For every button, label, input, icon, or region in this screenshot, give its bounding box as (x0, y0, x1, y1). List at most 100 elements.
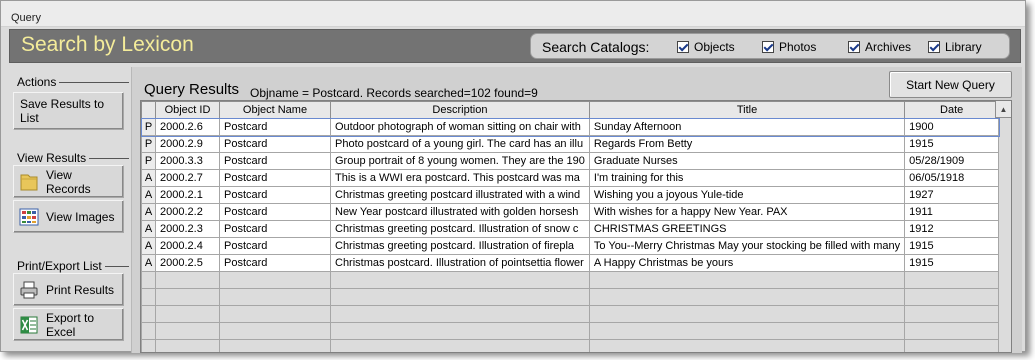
column-header-object-name[interactable]: Object Name (219, 101, 331, 119)
table-row[interactable]: A 2000.2.4 Postcard Christmas greeting post… (141, 237, 1000, 255)
cell-object-id: 2000.2.9 (155, 135, 220, 153)
row-selector[interactable]: A (141, 220, 156, 238)
table-row[interactable]: A 2000.2.3 Postcard Christmas greeting post… (141, 220, 1000, 238)
table-header-row: Object ID Object Name Description Title … (141, 101, 1000, 119)
library-label: Library (945, 40, 982, 54)
window-title: Query (11, 12, 41, 24)
empty-row (141, 271, 1000, 289)
actions-group-label: Actions (17, 75, 129, 89)
view-results-label: View Results (17, 151, 87, 165)
cell-title: A Happy Christmas be yours (588, 254, 906, 272)
checkbox-checked-icon (677, 41, 689, 53)
empty-cell (155, 288, 220, 306)
cell-description: Group portrait of 8 young women. They ar… (330, 152, 590, 170)
print-export-group-label: Print/Export List (17, 259, 129, 273)
cell-description: Christmas greeting postcard. Illustratio… (330, 237, 590, 255)
checkbox-checked-icon (928, 41, 940, 53)
checkbox-checked-icon (762, 41, 774, 53)
cell-title: To You--Merry Christmas May your stockin… (588, 237, 906, 255)
results-grid[interactable]: Object ID Object Name Description Title … (140, 100, 1012, 353)
empty-cell (141, 322, 156, 340)
empty-cell (219, 288, 331, 306)
objects-label: Objects (694, 40, 735, 54)
row-selector[interactable]: P (141, 118, 156, 136)
header-bar: Search by Lexicon Search Catalogs: Objec… (9, 29, 1021, 63)
query-window: Query Search by Lexicon Search Catalogs:… (0, 0, 1026, 353)
cell-title: CHRISTMAS GREETINGS (588, 220, 906, 238)
empty-row (141, 305, 1000, 323)
print-export-label: Print/Export List (17, 259, 102, 273)
empty-cell (904, 271, 1000, 289)
table-row[interactable]: A 2000.2.7 Postcard This is a WWI era postc… (141, 169, 1000, 187)
view-images-label: View Images (46, 209, 115, 224)
table-row[interactable]: A 2000.2.2 Postcard New Year postcard illus… (141, 203, 1000, 221)
divider (104, 265, 129, 267)
row-selector[interactable]: P (141, 152, 156, 170)
start-new-query-button[interactable]: Start New Query (889, 71, 1012, 98)
cell-title: I'm training for this (588, 169, 906, 187)
empty-cell (904, 288, 1000, 306)
printer-icon (20, 281, 38, 298)
column-header-title[interactable]: Title (588, 101, 906, 119)
photos-checkbox[interactable]: Photos (762, 40, 816, 54)
column-header-object-id[interactable]: Object ID (155, 101, 220, 119)
empty-cell (219, 322, 331, 340)
objects-checkbox[interactable]: Objects (677, 40, 735, 54)
archives-checkbox[interactable]: Archives (848, 40, 911, 54)
cell-object-id: 2000.2.2 (155, 203, 220, 221)
empty-cell (155, 339, 220, 352)
empty-cell (904, 305, 1000, 323)
cell-object-name: Postcard (219, 220, 331, 238)
print-results-button[interactable]: Print Results (13, 273, 124, 306)
cell-object-name: Postcard (219, 254, 331, 272)
divider (59, 81, 129, 83)
empty-cell (588, 339, 906, 352)
empty-cell (588, 288, 906, 306)
row-selector[interactable]: A (141, 254, 156, 272)
cell-object-name: Postcard (219, 135, 331, 153)
cell-object-id: 2000.2.3 (155, 220, 220, 238)
cell-title: Regards From Betty (588, 135, 906, 153)
table-row[interactable]: A 2000.2.1 Postcard Christmas greeting post… (141, 186, 1000, 204)
table-row[interactable]: P 2000.3.3 Postcard Group portrait of 8 you… (141, 152, 1000, 170)
table-row[interactable]: A 2000.2.5 Postcard Christmas postcard. Ill… (141, 254, 1000, 272)
empty-cell (588, 322, 906, 340)
save-results-button[interactable]: Save Results to List (13, 92, 124, 130)
row-selector[interactable]: A (141, 186, 156, 204)
cell-title: Wishing you a joyous Yule-tide (588, 186, 906, 204)
save-results-label: Save Results to List (20, 97, 105, 125)
column-header-date[interactable]: Date (904, 101, 1000, 119)
row-selector[interactable]: A (141, 203, 156, 221)
library-checkbox[interactable]: Library (928, 40, 982, 54)
results-panel: Query Results Objname = Postcard. Record… (131, 67, 1022, 353)
cell-description: Photo postcard of a young girl. The card… (330, 135, 590, 153)
empty-row (141, 339, 1000, 352)
row-selector[interactable]: A (141, 237, 156, 255)
cell-date: 05/28/1909 (904, 152, 1000, 170)
cell-date: 1912 (904, 220, 1000, 238)
scroll-up-arrow-icon[interactable]: ▲ (995, 101, 1011, 118)
view-records-button[interactable]: View Records (13, 165, 124, 198)
app-title: Search by Lexicon (21, 33, 194, 56)
cell-description: Christmas greeting postcard illustrated … (330, 186, 590, 204)
row-selector[interactable]: A (141, 169, 156, 187)
cell-object-id: 2000.2.4 (155, 237, 220, 255)
table-row[interactable]: P 2000.2.6 Postcard Outdoor photograph of w… (141, 117, 1000, 137)
export-excel-button[interactable]: Export to Excel (13, 308, 124, 341)
divider (89, 157, 129, 159)
cell-object-name: Postcard (219, 186, 331, 204)
empty-cell (155, 305, 220, 323)
empty-cell (219, 305, 331, 323)
print-results-label: Print Results (46, 282, 115, 297)
sidebar: Actions Save Results to List View Result… (9, 67, 129, 353)
empty-cell (141, 271, 156, 289)
query-results-title: Query Results (144, 81, 240, 98)
row-selector[interactable]: P (141, 135, 156, 153)
cell-date: 1911 (904, 203, 1000, 221)
cell-object-id: 2000.2.1 (155, 186, 220, 204)
cell-date: 1927 (904, 186, 1000, 204)
cell-title: Sunday Afternoon (588, 118, 906, 136)
view-images-button[interactable]: View Images (13, 200, 124, 233)
table-row[interactable]: P 2000.2.9 Postcard Photo postcard of a you… (141, 135, 1000, 153)
column-header-description[interactable]: Description (330, 101, 590, 119)
